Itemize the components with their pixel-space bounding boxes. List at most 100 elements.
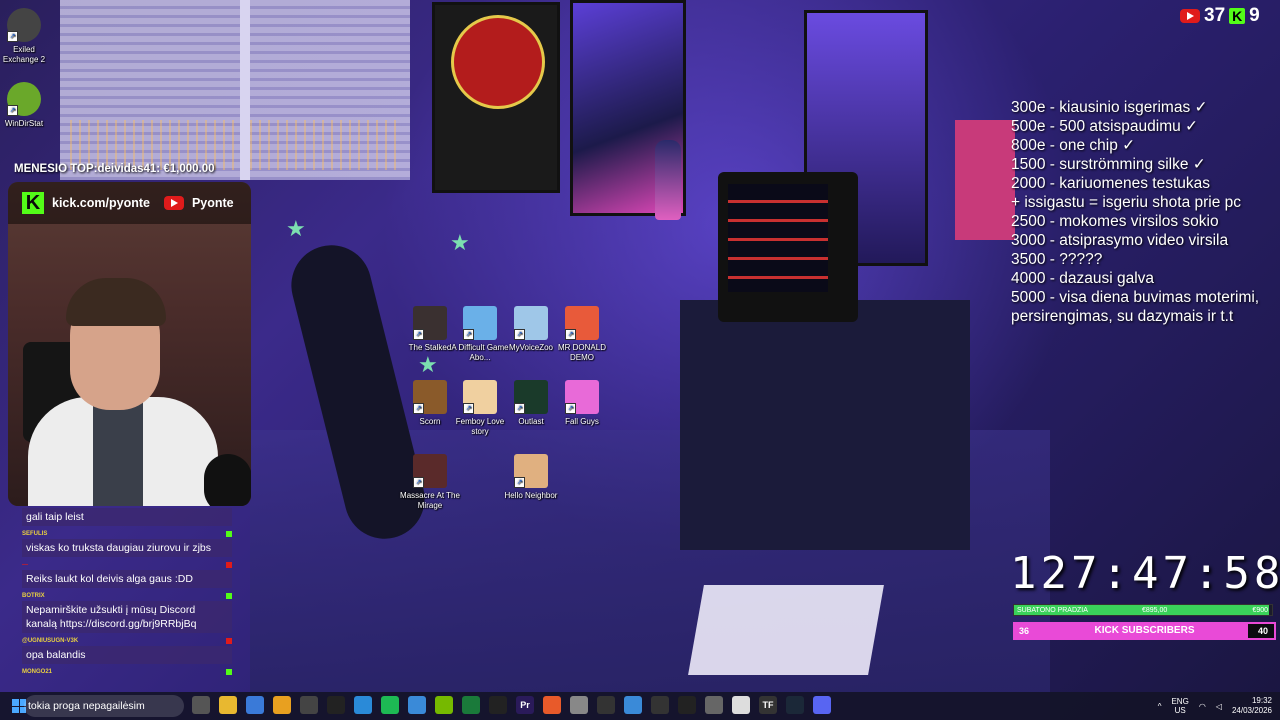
crt-tv	[718, 172, 858, 322]
desktop-icon-mr-donald[interactable]: ↗ MR DONALD DEMO	[552, 306, 612, 363]
file-explorer-icon[interactable]	[219, 696, 237, 714]
goal-item: persirengimas, su dazymais ir t.t	[1011, 308, 1234, 325]
youtube-logo-icon	[163, 196, 184, 210]
terminal-icon[interactable]	[678, 696, 696, 714]
kick-subscribers-goal: 40	[1257, 626, 1268, 636]
taskbar: tokia proga nepagailėsim Pr TF ^ ENG US ◠…	[0, 692, 1280, 720]
sheets-icon[interactable]	[462, 696, 480, 714]
language-indicator[interactable]: ENG US	[1171, 697, 1188, 715]
pen-icon[interactable]	[597, 696, 615, 714]
goal-item: + issigastu = isgeriu shota prie pc	[1011, 194, 1242, 211]
scorn-icon: ↗	[413, 380, 447, 414]
goal-item: 3000 - atsiprasymo video virsila	[1011, 232, 1229, 249]
obs-icon[interactable]	[300, 696, 318, 714]
donation-goals-list: 300e - kiausinio isgerimas ✓ 500e - 500 …	[1011, 98, 1259, 326]
settings-icon[interactable]	[651, 696, 669, 714]
chevron-up-icon[interactable]: ^	[1158, 702, 1162, 711]
goal-item: 3500 - ?????	[1011, 251, 1103, 268]
chat-message: BOTRIX Nepamirškite užsukti į mūsų Disco…	[22, 591, 232, 633]
discord-icon[interactable]	[813, 696, 831, 714]
chat-message: — Reiks laukt kol deivis alga gaus :DD	[22, 560, 232, 588]
tf-icon[interactable]: TF	[759, 696, 777, 714]
monthly-top-donator: MENESIO TOP:deividas41: €1,000.00	[14, 163, 215, 175]
kick-badge-icon	[226, 531, 232, 537]
inkscape-icon[interactable]	[327, 696, 345, 714]
exiled-exchange-icon: ↗	[7, 8, 41, 42]
kick-logo-icon: K	[22, 192, 44, 214]
hello-neighbor-icon: ↗	[514, 454, 548, 488]
tv-stand	[680, 300, 970, 550]
wifi-icon[interactable]: ◠	[1199, 702, 1206, 711]
capcut-icon[interactable]	[489, 696, 507, 714]
kick-count: 9	[1249, 5, 1260, 26]
desktop-icon-exiled-exchange[interactable]: ↗ Exiled Exchange 2	[0, 8, 54, 65]
desktop-icon-massacre-mirage[interactable]: ↗ Massacre At The Mirage	[400, 454, 460, 511]
kick-subscribers-bar: 36 KICK SUBSCRIBERS 40	[1013, 622, 1276, 640]
youtube-badge-icon	[226, 562, 232, 568]
goal-item: 2000 - kariuomenes testukas	[1011, 175, 1211, 192]
kick-icon: K	[1229, 8, 1246, 24]
goal-item: 2500 - mokomes virsilos sokio	[1011, 213, 1219, 230]
window-icon[interactable]	[705, 696, 723, 714]
jurassic-park-poster	[432, 2, 560, 193]
taskbar-app-list: Pr TF	[192, 696, 831, 714]
difficult-game-icon: ↗	[463, 306, 497, 340]
myvoicezoo-icon: ↗	[514, 306, 548, 340]
subathon-progress-bar: SUBATONO PRADZIA €895,00 €900	[1013, 604, 1273, 616]
premiere-icon[interactable]: Pr	[516, 696, 534, 714]
desktop-icon-fall-guys[interactable]: ↗ Fall Guys	[552, 380, 612, 427]
webcam-header: K kick.com/pyonte Pyonte	[8, 182, 251, 224]
volume-icon[interactable]: ◁	[1216, 702, 1222, 711]
outlast-icon: ↗	[514, 380, 548, 414]
fall-guys-icon: ↗	[565, 380, 599, 414]
webcam-feed: K kick.com/pyonte Pyonte	[8, 182, 251, 506]
the-stalked-icon: ↗	[413, 306, 447, 340]
game-icon[interactable]	[732, 696, 750, 714]
microphone	[204, 454, 251, 506]
power-rangers-poster	[955, 120, 1015, 240]
desktop-icon-hello-neighbor[interactable]: ↗ Hello Neighbor	[501, 454, 561, 501]
spotify-icon[interactable]	[381, 696, 399, 714]
printer-icon[interactable]	[570, 696, 588, 714]
femboy-love-icon: ↗	[463, 380, 497, 414]
massacre-icon: ↗	[413, 454, 447, 488]
nvidia-icon[interactable]	[435, 696, 453, 714]
ms-store-icon[interactable]	[246, 696, 264, 714]
chat-message: gali taip leist	[22, 508, 232, 526]
chat-message: SEFULIS viskas ko truksta daugiau ziurov…	[22, 529, 232, 557]
desktop-icon-windirstat[interactable]: ↗ WinDirStat	[0, 82, 54, 129]
chrome-icon[interactable]	[273, 696, 291, 714]
goal-item: 4000 - dazausi galva	[1011, 270, 1155, 287]
youtube-icon	[1180, 9, 1200, 23]
system-tray: ^ ENG US ◠ ◁ 19:32 24/03/2026	[1158, 692, 1272, 720]
taskbar-search-input[interactable]: tokia proga nepagailėsim	[24, 695, 184, 717]
notepad-icon[interactable]	[624, 696, 642, 714]
subathon-timer: 127:47:58	[1010, 548, 1280, 599]
youtube-count: 37	[1204, 5, 1226, 26]
pizza-box	[688, 585, 884, 675]
edge-icon[interactable]	[354, 696, 372, 714]
chat-overlay: gali taip leist SEFULIS viskas ko trukst…	[22, 508, 232, 680]
task-view-icon[interactable]	[192, 696, 210, 714]
mr-donald-icon: ↗	[565, 306, 599, 340]
window-frame	[240, 0, 250, 180]
lava-lamp	[655, 140, 681, 220]
star-decoration: ★	[450, 230, 470, 255]
youtube-channel-name: Pyonte	[191, 196, 234, 210]
goal-item: 1500 - surströmming silke ✓	[1011, 156, 1206, 173]
follower-counters: 37 K 9	[1180, 5, 1260, 27]
brave-icon[interactable]	[543, 696, 561, 714]
chat-message: MONGO21	[22, 667, 232, 677]
kick-badge-icon	[226, 669, 232, 675]
subathon-goal: €900	[1252, 607, 1268, 614]
star-decoration: ★	[418, 352, 438, 377]
steam-icon[interactable]	[786, 696, 804, 714]
youtube-badge-icon	[226, 638, 232, 644]
goal-item: 800e - one chip ✓	[1011, 137, 1136, 154]
kick-channel-url: kick.com/pyonte	[52, 196, 150, 210]
goal-item: 5000 - visa diena buvimas moterimi,	[1011, 289, 1260, 306]
goal-item: 500e - 500 atsispaudimu ✓	[1011, 118, 1199, 135]
taskbar-clock[interactable]: 19:32 24/03/2026	[1232, 696, 1272, 716]
kick-subscribers-label: KICK SUBSCRIBERS	[1094, 625, 1195, 636]
photos-icon[interactable]	[408, 696, 426, 714]
